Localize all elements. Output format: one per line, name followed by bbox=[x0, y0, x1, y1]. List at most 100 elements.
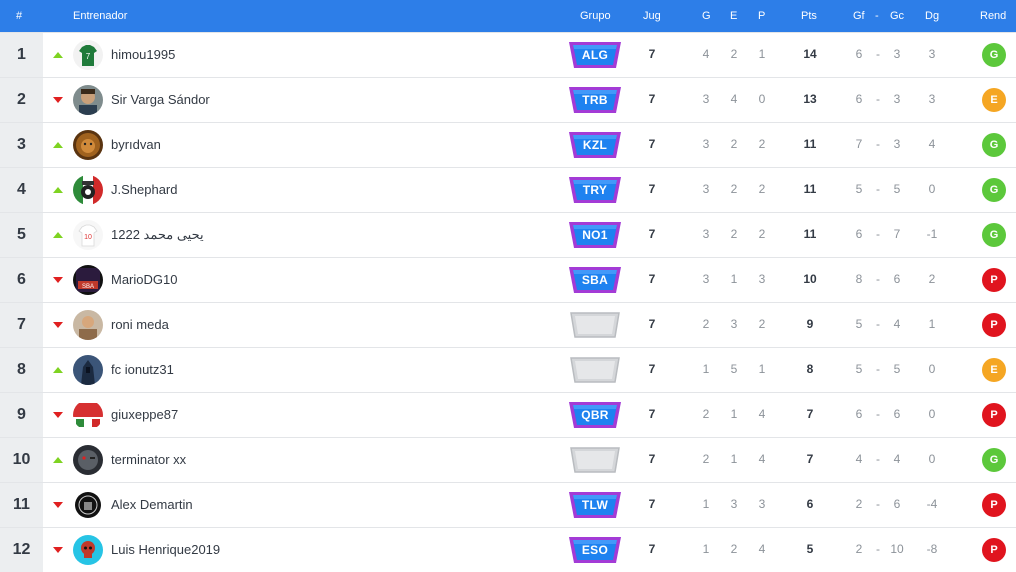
group-code: ESO bbox=[581, 543, 609, 557]
group-badge[interactable]: ALG bbox=[567, 40, 623, 70]
coach-name[interactable]: MarioDG10 bbox=[111, 272, 177, 287]
group-badge[interactable] bbox=[567, 445, 623, 475]
header-goal-diff[interactable]: Dg bbox=[925, 10, 939, 22]
goals-against-value: 3 bbox=[893, 92, 901, 106]
avatar[interactable] bbox=[73, 400, 103, 430]
table-row[interactable]: 2 Sir Varga Sándor TRB 7 3 4 0 13 6-3 3 E bbox=[0, 77, 1016, 122]
header-goals-for[interactable]: Gf bbox=[853, 10, 865, 22]
drawn-value: 3 bbox=[730, 317, 738, 331]
rank-number: 1 bbox=[0, 33, 43, 77]
avatar[interactable] bbox=[73, 175, 103, 205]
table-row[interactable]: 11 Alex Demartin TLW 7 1 3 3 6 2-6 -4 P bbox=[0, 482, 1016, 527]
points-value: 8 bbox=[806, 362, 814, 376]
table-row[interactable]: 5 10 يحيى محمد 1222 NO1 7 3 2 2 11 6-7 -1 G bbox=[0, 212, 1016, 257]
coach-name[interactable]: Sir Varga Sándor bbox=[111, 92, 210, 107]
won-value: 2 bbox=[702, 407, 710, 421]
played-value: 7 bbox=[648, 227, 656, 241]
goals-for-value: 5 bbox=[855, 362, 863, 376]
won-value: 2 bbox=[702, 317, 710, 331]
points-value: 7 bbox=[806, 452, 814, 466]
coach-name[interactable]: roni meda bbox=[111, 317, 169, 332]
goal-diff-value: 2 bbox=[928, 272, 936, 286]
group-badge[interactable]: QBR bbox=[567, 400, 623, 430]
group-badge[interactable]: KZL bbox=[567, 130, 623, 160]
avatar[interactable] bbox=[73, 130, 103, 160]
group-badge[interactable]: NO1 bbox=[567, 220, 623, 250]
header-drawn[interactable]: E bbox=[730, 10, 737, 22]
won-value: 2 bbox=[702, 452, 710, 466]
triangle-up-icon bbox=[53, 457, 63, 463]
goals-for-value: 2 bbox=[855, 542, 863, 556]
coach-name[interactable]: fc ionutz31 bbox=[111, 362, 174, 377]
group-code: TRB bbox=[582, 93, 608, 107]
performance-badge: P bbox=[982, 268, 1006, 292]
avatar[interactable] bbox=[73, 355, 103, 385]
group-code: NO1 bbox=[582, 228, 608, 242]
header-performance[interactable]: Rend bbox=[980, 10, 1006, 22]
performance-badge: G bbox=[982, 133, 1006, 157]
group-badge[interactable] bbox=[567, 355, 623, 385]
rank-number: 8 bbox=[0, 348, 43, 392]
won-value: 1 bbox=[702, 542, 710, 556]
header-rank[interactable]: # bbox=[16, 10, 22, 22]
table-row[interactable]: 6 SBA MarioDG10 SBA 7 3 1 3 10 8-6 2 P bbox=[0, 257, 1016, 302]
rank-number: 12 bbox=[0, 528, 43, 572]
table-row[interactable]: 10 terminator xx 7 2 1 4 7 4-4 0 G bbox=[0, 437, 1016, 482]
coach-name[interactable]: terminator xx bbox=[111, 452, 186, 467]
header-lost[interactable]: P bbox=[758, 10, 765, 22]
coach-name[interactable]: يحيى محمد 1222 bbox=[111, 227, 204, 243]
group-badge[interactable] bbox=[567, 310, 623, 340]
avatar[interactable] bbox=[73, 445, 103, 475]
rank-number: 5 bbox=[0, 213, 43, 257]
coach-name[interactable]: Luis Henrique2019 bbox=[111, 542, 220, 557]
avatar[interactable] bbox=[73, 490, 103, 520]
table-row[interactable]: 8 fc ionutz31 7 1 5 1 8 5-5 0 E bbox=[0, 347, 1016, 392]
goals-for-value: 7 bbox=[855, 137, 863, 151]
triangle-down-icon bbox=[53, 412, 63, 418]
avatar[interactable]: 7 bbox=[73, 40, 103, 70]
group-badge[interactable]: ESO bbox=[567, 535, 623, 565]
goals-against-value: 10 bbox=[890, 542, 904, 556]
group-badge[interactable]: TLW bbox=[567, 490, 623, 520]
avatar[interactable] bbox=[73, 85, 103, 115]
header-group[interactable]: Grupo bbox=[580, 10, 611, 22]
header-coach[interactable]: Entrenador bbox=[73, 10, 127, 22]
table-row[interactable]: 7 roni meda 7 2 3 2 9 5-4 1 P bbox=[0, 302, 1016, 347]
drawn-value: 1 bbox=[730, 452, 738, 466]
coach-name[interactable]: byrıdvan bbox=[111, 137, 161, 152]
goals-against-value: 3 bbox=[893, 137, 901, 151]
header-played[interactable]: Jug bbox=[643, 10, 661, 22]
performance-badge: G bbox=[982, 178, 1006, 202]
avatar[interactable] bbox=[73, 535, 103, 565]
table-row[interactable]: 12 Luis Henrique2019 ESO 7 1 2 4 5 2-10 -8 P bbox=[0, 527, 1016, 572]
header-won[interactable]: G bbox=[702, 10, 711, 22]
lost-value: 4 bbox=[758, 452, 766, 466]
group-badge[interactable]: TRB bbox=[567, 85, 623, 115]
group-code: QBR bbox=[581, 408, 609, 422]
avatar[interactable] bbox=[73, 310, 103, 340]
table-row[interactable]: 1 7 himou1995 ALG 7 4 2 1 14 6-3 3 G bbox=[0, 32, 1016, 77]
table-row[interactable]: 9 giuxeppe87 QBR 7 2 1 4 7 6-6 0 P bbox=[0, 392, 1016, 437]
points-value: 11 bbox=[803, 137, 817, 151]
header-goals-against[interactable]: Gc bbox=[890, 10, 904, 22]
coach-name[interactable]: himou1995 bbox=[111, 47, 175, 62]
group-badge[interactable]: SBA bbox=[567, 265, 623, 295]
rank-number: 9 bbox=[0, 393, 43, 437]
goal-diff-value: 0 bbox=[928, 362, 936, 376]
goal-diff-value: 0 bbox=[928, 452, 936, 466]
group-badge[interactable]: TRY bbox=[567, 175, 623, 205]
coach-name[interactable]: giuxeppe87 bbox=[111, 407, 178, 422]
lost-value: 2 bbox=[758, 227, 766, 241]
played-value: 7 bbox=[648, 362, 656, 376]
avatar[interactable]: SBA bbox=[73, 265, 103, 295]
goals-for-value: 2 bbox=[855, 497, 863, 511]
points-value: 14 bbox=[803, 47, 817, 61]
triangle-up-icon bbox=[53, 367, 63, 373]
table-row[interactable]: 3 byrıdvan KZL 7 3 2 2 11 7-3 4 G bbox=[0, 122, 1016, 167]
header-points[interactable]: Pts bbox=[801, 10, 817, 22]
coach-name[interactable]: Alex Demartin bbox=[111, 497, 193, 512]
coach-name[interactable]: J.Shephard bbox=[111, 182, 178, 197]
avatar[interactable]: 10 bbox=[73, 220, 103, 250]
table-row[interactable]: 4 J.Shephard TRY 7 3 2 2 11 5-5 0 G bbox=[0, 167, 1016, 212]
played-value: 7 bbox=[648, 407, 656, 421]
